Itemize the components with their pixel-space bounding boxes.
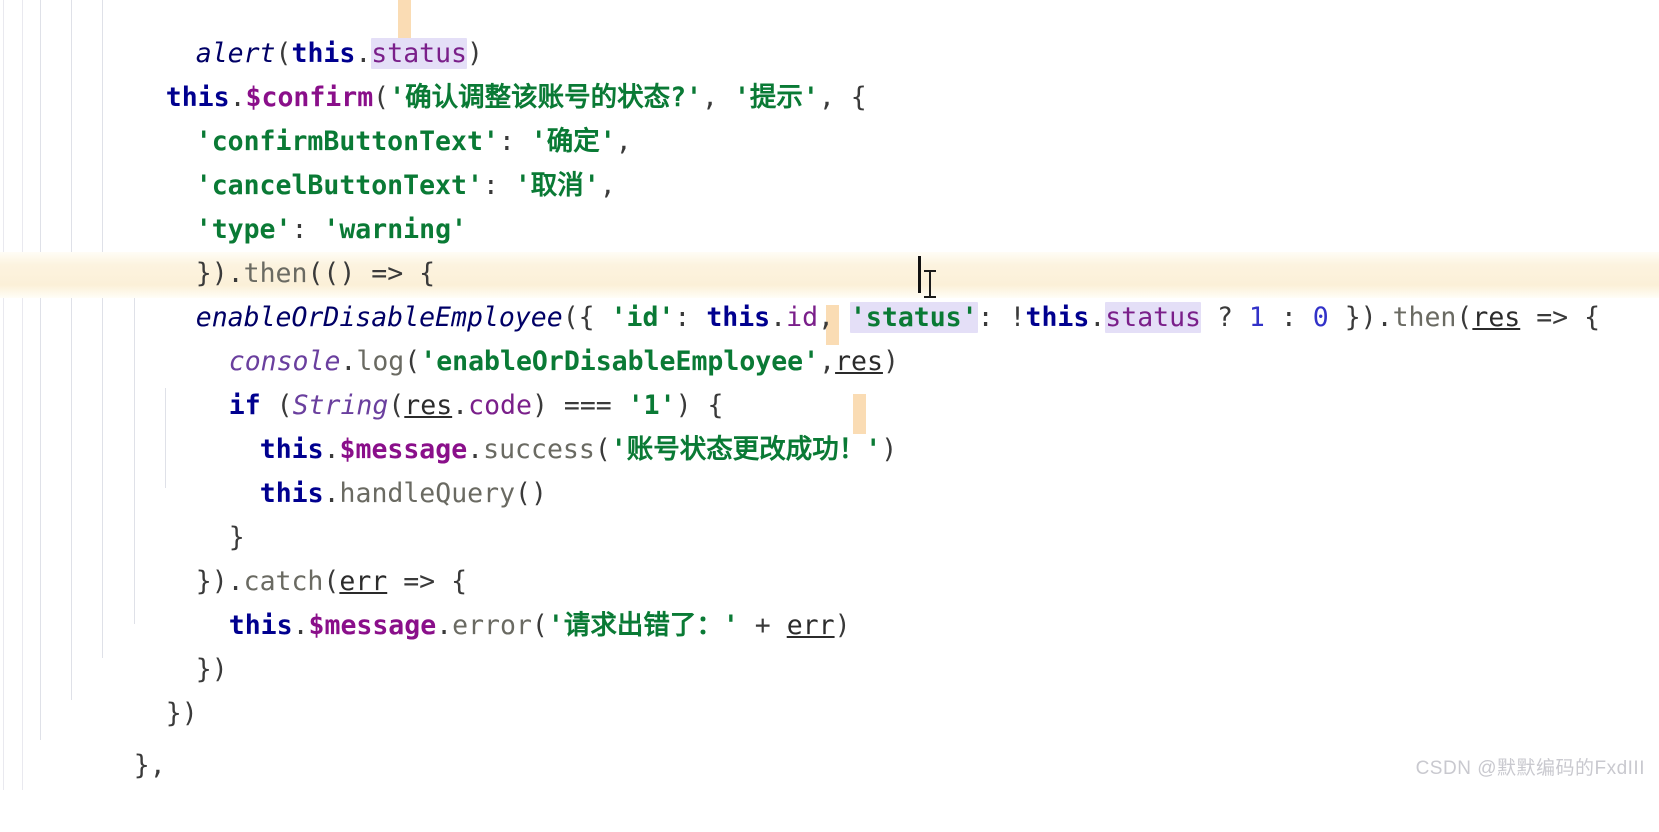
text-caret [918,256,921,293]
code-line-10[interactable]: this.$message.success('账号状态更改成功！') [0,384,1659,465]
code-line-1[interactable]: alert(this.status) [0,0,1659,69]
code-line-5[interactable]: 'type': 'warning' [0,164,1659,245]
code-line-16[interactable]: }) [0,648,1659,729]
csdn-watermark: CSDN @默默编码的FxdIII [1415,758,1645,779]
code-line-15[interactable]: }) [0,604,1659,685]
code-line-17-text: }, [133,750,166,781]
code-line-9[interactable]: if (String(res.code) === '1') { [0,340,1659,421]
code-line-2[interactable]: this.$confirm('确认调整该账号的状态?', '提示', { [0,32,1659,113]
code-editor[interactable]: alert(this.status) this.$confirm('确认调整该账… [0,0,1659,790]
code-line-17[interactable]: }, [0,700,1659,781]
code-line-3[interactable]: 'confirmButtonText': '确定', [0,76,1659,157]
code-line-14[interactable]: this.$message.error('请求出错了：' + err) [0,560,1659,641]
code-line-11[interactable]: this.handleQuery() [0,428,1659,509]
code-line-13[interactable]: }).catch(err => { [0,516,1659,597]
code-line-12[interactable]: } [0,472,1659,553]
code-line-8[interactable]: console.log('enableOrDisableEmployee',re… [0,296,1659,377]
code-line-7[interactable]: enableOrDisableEmployee({ 'id': this.id,… [0,252,1659,333]
code-content[interactable]: alert(this.status) this.$confirm('确认调整该账… [0,0,1659,790]
code-line-6[interactable]: }).then(() => { [0,208,1659,289]
code-line-4[interactable]: 'cancelButtonText': '取消', [0,120,1659,201]
